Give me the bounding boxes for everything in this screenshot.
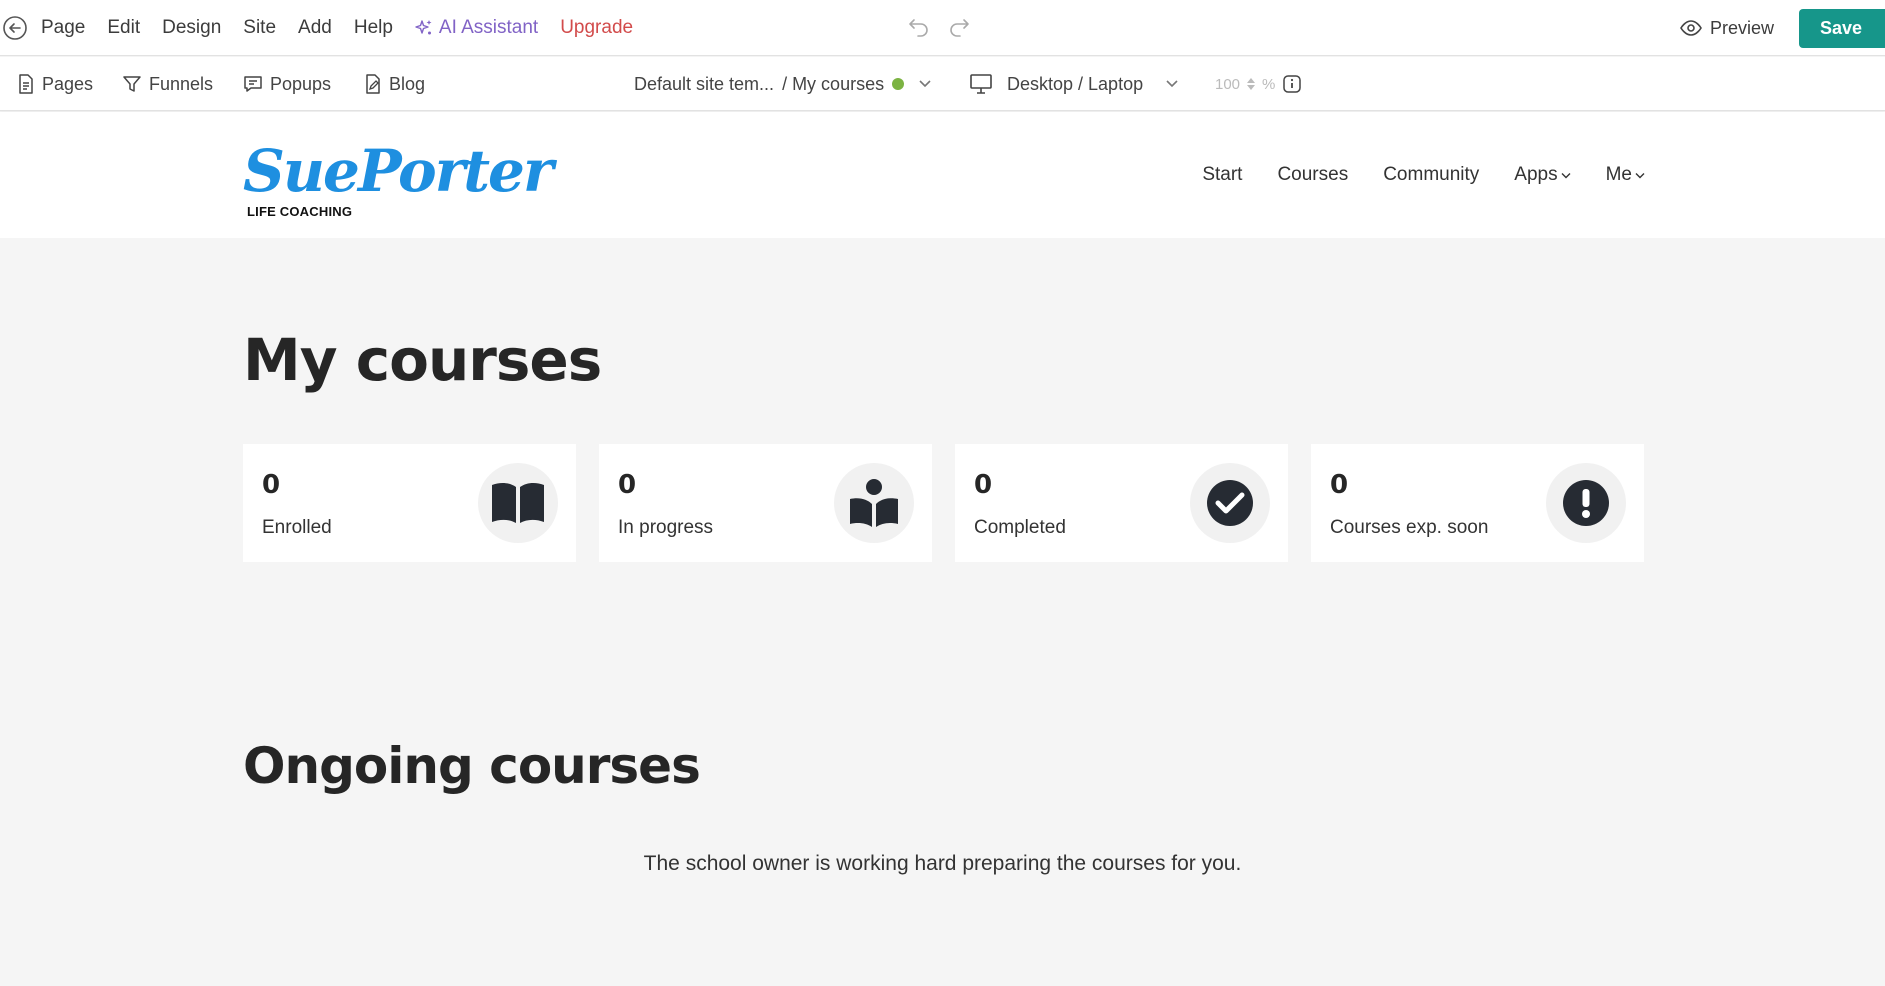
save-button[interactable]: Save bbox=[1799, 9, 1885, 48]
undo-redo-group bbox=[905, 15, 973, 41]
menu-add[interactable]: Add bbox=[298, 17, 332, 39]
preview-button[interactable]: Preview bbox=[1680, 0, 1774, 56]
logo-name: SuePorter bbox=[243, 137, 554, 205]
nav-apps-label: Apps bbox=[1514, 164, 1558, 185]
stat-card-expiring: 0 Courses exp. soon bbox=[1311, 444, 1644, 562]
check-circle-icon bbox=[1207, 480, 1253, 526]
stat-label: Completed bbox=[974, 517, 1066, 538]
caret-down-icon[interactable] bbox=[1246, 84, 1256, 92]
top-menu-bar: Page Edit Design Site Add Help AI Assist… bbox=[0, 0, 1885, 56]
stat-label: Enrolled bbox=[262, 517, 332, 538]
stat-card-enrolled: 0 Enrolled bbox=[243, 444, 576, 562]
funnels-label: Funnels bbox=[149, 73, 214, 94]
monitor-icon bbox=[970, 74, 992, 94]
site-nav: Start Courses Community Apps Me bbox=[1167, 112, 1645, 238]
preview-label: Preview bbox=[1710, 17, 1775, 38]
nav-apps[interactable]: Apps bbox=[1514, 164, 1571, 186]
upgrade-link[interactable]: Upgrade bbox=[560, 17, 633, 39]
zoom-control: 100 % bbox=[1215, 57, 1302, 111]
popups-label: Popups bbox=[270, 73, 332, 94]
document-icon bbox=[19, 74, 33, 94]
undo-icon[interactable] bbox=[905, 15, 933, 41]
stat-value: 0 bbox=[1330, 470, 1349, 500]
zoom-stepper[interactable] bbox=[1246, 76, 1256, 92]
stat-value: 0 bbox=[974, 470, 993, 500]
caret-up-icon[interactable] bbox=[1246, 76, 1256, 84]
site-header: SuePorter LIFE COACHING Start Courses Co… bbox=[0, 112, 1885, 238]
ai-assistant-button[interactable]: AI Assistant bbox=[415, 17, 538, 39]
nav-me-label: Me bbox=[1605, 164, 1632, 185]
ongoing-courses-title: Ongoing courses bbox=[243, 737, 701, 795]
chevron-down-icon bbox=[1166, 80, 1178, 88]
menu-design[interactable]: Design bbox=[162, 17, 221, 39]
funnel-icon bbox=[123, 76, 141, 92]
popup-icon bbox=[244, 76, 262, 92]
nav-me[interactable]: Me bbox=[1606, 164, 1645, 186]
stats-cards: 0 Enrolled 0 In progress 0 Completed 0 C… bbox=[243, 444, 1644, 562]
page-name: / My courses bbox=[782, 73, 885, 94]
template-name: Default site tem... bbox=[634, 73, 775, 94]
published-status-dot bbox=[892, 78, 905, 90]
zoom-unit: % bbox=[1262, 75, 1276, 93]
sparkle-icon bbox=[415, 20, 432, 35]
menu-page[interactable]: Page bbox=[41, 17, 85, 39]
eye-icon bbox=[1680, 20, 1702, 36]
menu-help[interactable]: Help bbox=[354, 17, 393, 39]
ai-assistant-label: AI Assistant bbox=[438, 17, 539, 38]
stat-icon-circle bbox=[834, 463, 914, 543]
redo-icon[interactable] bbox=[945, 15, 973, 41]
nav-start[interactable]: Start bbox=[1202, 164, 1242, 186]
open-book-icon bbox=[492, 482, 544, 523]
blog-label: Blog bbox=[389, 73, 426, 94]
chevron-down-icon bbox=[1561, 172, 1571, 178]
device-label: Desktop / Laptop bbox=[1007, 73, 1144, 94]
blog-button[interactable]: Blog bbox=[364, 57, 425, 111]
menu-edit[interactable]: Edit bbox=[107, 17, 140, 39]
stat-card-completed: 0 Completed bbox=[955, 444, 1288, 562]
nav-courses[interactable]: Courses bbox=[1277, 164, 1348, 186]
stat-card-in-progress: 0 In progress bbox=[599, 444, 932, 562]
device-selector[interactable]: Desktop / Laptop bbox=[969, 57, 1179, 111]
main-menu: Page Edit Design Site Add Help AI Assist… bbox=[41, 0, 655, 56]
stat-icon-circle bbox=[1190, 463, 1270, 543]
pages-label: Pages bbox=[42, 73, 94, 94]
empty-courses-message: The school owner is working hard prepari… bbox=[643, 852, 1242, 875]
exclamation-circle-icon bbox=[1563, 480, 1609, 526]
menu-site[interactable]: Site bbox=[243, 17, 276, 39]
funnels-button[interactable]: Funnels bbox=[122, 57, 213, 111]
reading-person-icon bbox=[850, 479, 898, 527]
blog-icon bbox=[366, 74, 380, 94]
page-title: My courses bbox=[243, 326, 602, 394]
popups-button[interactable]: Popups bbox=[243, 57, 331, 111]
chevron-down-icon bbox=[919, 80, 931, 88]
stat-value: 0 bbox=[262, 470, 281, 500]
editor-toolbar: Pages Funnels Popups Blog Default site t… bbox=[0, 57, 1885, 111]
stat-label: In progress bbox=[618, 517, 714, 538]
site-logo[interactable]: SuePorter LIFE COACHING bbox=[243, 137, 554, 219]
stat-icon-circle bbox=[1546, 463, 1626, 543]
nav-community[interactable]: Community bbox=[1383, 164, 1479, 186]
zoom-input[interactable]: 100 bbox=[1215, 76, 1240, 93]
back-icon[interactable] bbox=[2, 15, 28, 41]
stat-value: 0 bbox=[618, 470, 637, 500]
logo-tagline: LIFE COACHING bbox=[247, 204, 353, 219]
stat-icon-circle bbox=[478, 463, 558, 543]
info-icon[interactable] bbox=[1283, 75, 1302, 93]
page-selector[interactable]: Default site tem... / My courses bbox=[634, 57, 932, 111]
pages-button[interactable]: Pages bbox=[17, 57, 93, 111]
stat-label: Courses exp. soon bbox=[1330, 517, 1489, 538]
chevron-down-icon bbox=[1635, 172, 1645, 178]
